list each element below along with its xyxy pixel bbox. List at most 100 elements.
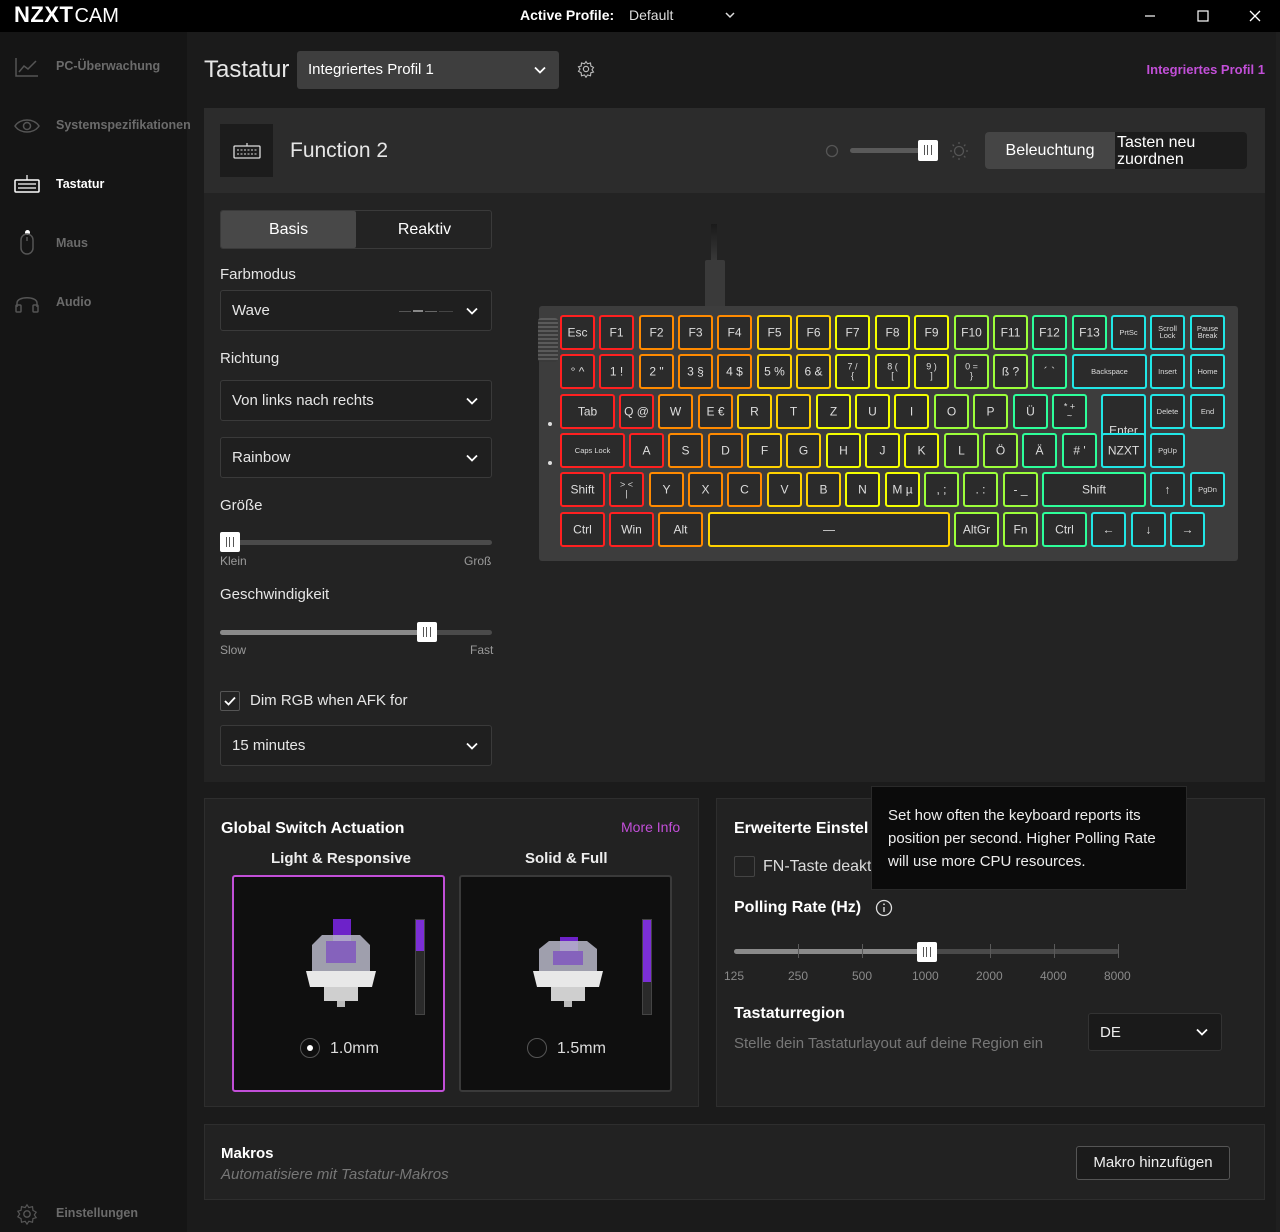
fn-disable-checkbox[interactable] bbox=[734, 856, 755, 877]
gear-icon[interactable] bbox=[577, 60, 595, 78]
polling-rate-thumb[interactable] bbox=[917, 942, 937, 962]
keyboard-key[interactable]: 8 ( [ bbox=[875, 354, 910, 389]
keyboard-key[interactable]: 4 $ bbox=[717, 354, 752, 389]
region-select[interactable]: DE bbox=[1088, 1013, 1222, 1051]
info-icon[interactable] bbox=[875, 899, 893, 917]
direction-select[interactable]: Von links nach rechts bbox=[220, 380, 492, 421]
remap-keys-button[interactable]: Tasten neu zuordnen bbox=[1115, 132, 1247, 169]
profile-select[interactable]: Integriertes Profil 1 bbox=[297, 51, 559, 89]
keyboard-key[interactable]: PgDn bbox=[1190, 472, 1225, 507]
keyboard-key[interactable]: F bbox=[747, 433, 782, 468]
keyboard-key[interactable]: F8 bbox=[875, 315, 910, 350]
keyboard-key[interactable]: L bbox=[944, 433, 979, 468]
keyboard-key[interactable]: Home bbox=[1190, 354, 1225, 389]
keyboard-key[interactable]: 7 / { bbox=[835, 354, 870, 389]
keyboard-key[interactable]: Fn bbox=[1003, 512, 1038, 547]
size-slider-thumb[interactable] bbox=[220, 532, 240, 552]
keyboard-key[interactable]: ´ ` bbox=[1032, 354, 1067, 389]
tab-basis[interactable]: Basis bbox=[221, 211, 356, 248]
keyboard-key[interactable]: PrtSc bbox=[1111, 315, 1146, 350]
keyboard-key[interactable]: — bbox=[708, 512, 950, 547]
tab-reaktiv[interactable]: Reaktiv bbox=[357, 211, 492, 248]
keyboard-key[interactable]: End bbox=[1190, 394, 1225, 429]
sidebar-item-settings[interactable]: Einstellungen bbox=[0, 1194, 187, 1232]
keyboard-key[interactable]: K bbox=[904, 433, 939, 468]
chevron-down-icon[interactable] bbox=[724, 9, 736, 21]
keyboard-key[interactable]: C bbox=[727, 472, 762, 507]
actuation-option-light[interactable]: 1.0mm bbox=[232, 875, 445, 1092]
sidebar-item-system-specs[interactable]: Systemspezifikationen bbox=[0, 106, 191, 146]
keyboard-key[interactable]: F5 bbox=[757, 315, 792, 350]
keyboard-key[interactable]: F7 bbox=[835, 315, 870, 350]
keyboard-key[interactable]: Esc bbox=[560, 315, 595, 350]
keyboard-key[interactable]: , ; bbox=[924, 472, 959, 507]
keyboard-key[interactable]: W bbox=[658, 394, 693, 429]
keyboard-key[interactable]: ↓ bbox=[1131, 512, 1166, 547]
sidebar-item-audio[interactable]: Audio bbox=[0, 283, 187, 323]
keyboard-key[interactable]: → bbox=[1170, 512, 1205, 547]
palette-select[interactable]: Rainbow bbox=[220, 437, 492, 478]
keyboard-key[interactable]: 1 ! bbox=[599, 354, 634, 389]
color-mode-select[interactable]: Wave bbox=[220, 290, 492, 331]
actuation-option-solid[interactable]: 1.5mm bbox=[459, 875, 672, 1092]
keyboard-key[interactable]: PgUp bbox=[1150, 433, 1185, 468]
keyboard-key[interactable]: Z bbox=[816, 394, 851, 429]
keyboard-key[interactable]: J bbox=[865, 433, 900, 468]
keyboard-key[interactable]: A bbox=[629, 433, 664, 468]
radio-unselected[interactable] bbox=[527, 1038, 547, 1058]
keyboard-key[interactable]: P bbox=[973, 394, 1008, 429]
keyboard-key[interactable]: * + ~ bbox=[1052, 394, 1087, 429]
more-info-link[interactable]: More Info bbox=[621, 819, 680, 835]
dim-rgb-checkbox[interactable] bbox=[220, 691, 240, 711]
keyboard-key[interactable]: # ' bbox=[1062, 433, 1097, 468]
active-profile-value[interactable]: Default bbox=[629, 7, 673, 23]
keyboard-key[interactable]: 6 & bbox=[796, 354, 831, 389]
keyboard-key[interactable]: F11 bbox=[993, 315, 1028, 350]
keyboard-key[interactable]: N bbox=[845, 472, 880, 507]
sidebar-item-pc-monitoring[interactable]: PC-Überwachung bbox=[0, 47, 187, 87]
keyboard-key[interactable]: F1 bbox=[599, 315, 634, 350]
keyboard-key[interactable]: Pause Break bbox=[1190, 315, 1225, 350]
keyboard-key[interactable]: Shift bbox=[560, 472, 605, 507]
keyboard-key[interactable]: > < | bbox=[609, 472, 644, 507]
radio-selected[interactable] bbox=[300, 1038, 320, 1058]
keyboard-key[interactable]: R bbox=[737, 394, 772, 429]
keyboard-key[interactable]: Insert bbox=[1150, 354, 1185, 389]
keyboard-key[interactable]: Ü bbox=[1013, 394, 1048, 429]
keyboard-key[interactable]: 5 % bbox=[757, 354, 792, 389]
keyboard-key[interactable]: T bbox=[776, 394, 811, 429]
keyboard-key[interactable]: Tab bbox=[560, 394, 615, 429]
sidebar-item-mouse[interactable]: Maus bbox=[0, 224, 187, 264]
speed-slider-thumb[interactable] bbox=[416, 622, 437, 642]
keyboard-key[interactable]: 3 § bbox=[678, 354, 713, 389]
keyboard-key[interactable]: F2 bbox=[639, 315, 674, 350]
keyboard-key[interactable]: M µ bbox=[885, 472, 920, 507]
keyboard-key[interactable]: I bbox=[894, 394, 929, 429]
keyboard-key[interactable]: D bbox=[708, 433, 743, 468]
speed-slider[interactable] bbox=[220, 630, 492, 635]
scrollbar[interactable] bbox=[1276, 32, 1280, 1232]
sidebar-item-keyboard[interactable]: Tastatur bbox=[0, 165, 187, 205]
keyboard-key[interactable]: F12 bbox=[1032, 315, 1067, 350]
keyboard-key[interactable]: ß ? bbox=[993, 354, 1028, 389]
keyboard-key[interactable]: F9 bbox=[914, 315, 949, 350]
keyboard-key[interactable]: X bbox=[688, 472, 723, 507]
keyboard-key[interactable]: E € bbox=[698, 394, 733, 429]
keyboard-key[interactable]: Scroll Lock bbox=[1150, 315, 1185, 350]
minimize-icon[interactable] bbox=[1140, 6, 1160, 26]
keyboard-key[interactable]: 2 " bbox=[639, 354, 674, 389]
keyboard-key[interactable]: B bbox=[806, 472, 841, 507]
profile-link[interactable]: Integriertes Profil 1 bbox=[1147, 62, 1265, 77]
keyboard-key[interactable]: S bbox=[668, 433, 703, 468]
add-macro-button[interactable]: Makro hinzufügen bbox=[1076, 1146, 1230, 1180]
keyboard-key[interactable]: 9 ) ] bbox=[914, 354, 949, 389]
keyboard-key[interactable]: ← bbox=[1091, 512, 1126, 547]
keyboard-key[interactable]: Backspace bbox=[1072, 354, 1147, 389]
keyboard-key[interactable]: Caps Lock bbox=[560, 433, 625, 468]
afk-duration-select[interactable]: 15 minutes bbox=[220, 725, 492, 766]
keyboard-key[interactable]: Ä bbox=[1022, 433, 1057, 468]
keyboard-key[interactable]: O bbox=[934, 394, 969, 429]
keyboard-key[interactable]: F10 bbox=[954, 315, 989, 350]
keyboard-key[interactable]: Shift bbox=[1042, 472, 1146, 507]
keyboard-key[interactable]: Ö bbox=[983, 433, 1018, 468]
